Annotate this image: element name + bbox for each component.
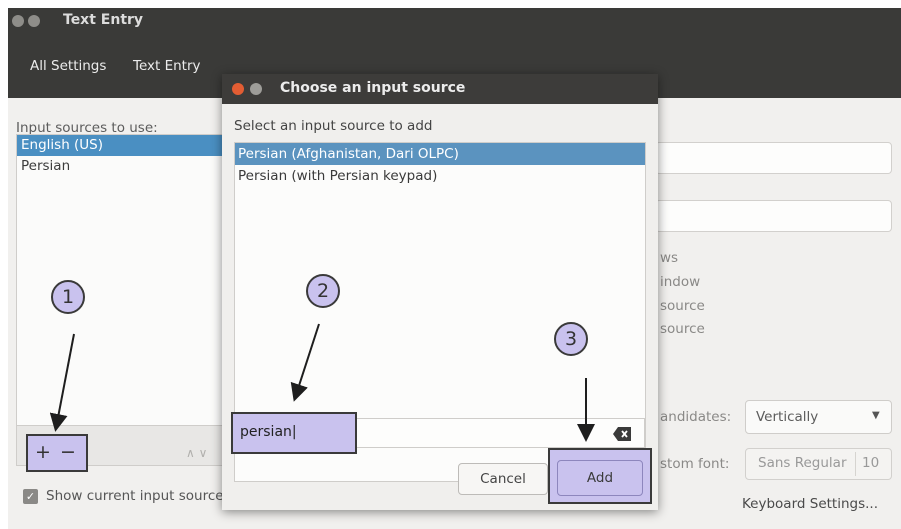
arrow-2 [290,323,320,402]
arrow-1 [49,333,75,432]
annotation-arrows [49,323,595,442]
